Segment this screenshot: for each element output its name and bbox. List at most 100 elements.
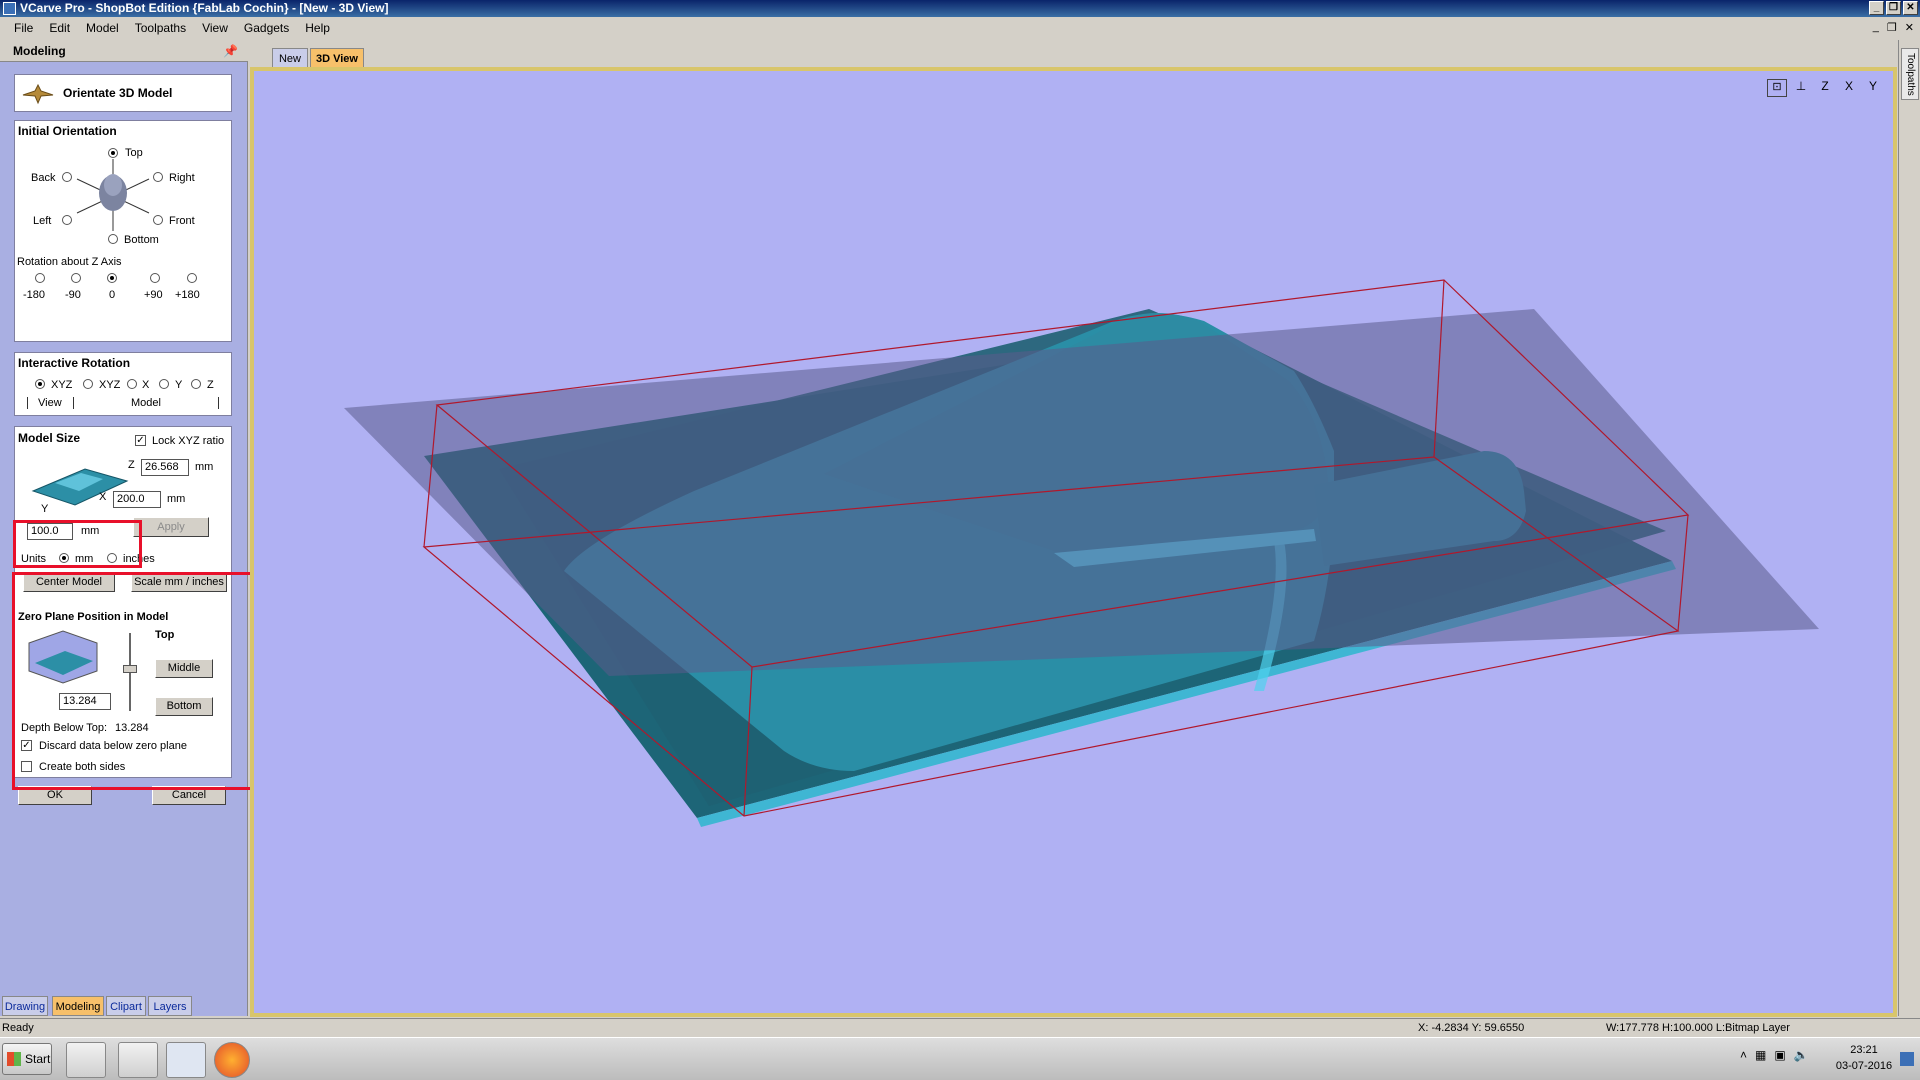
clock-time[interactable]: 23:21	[1834, 1044, 1894, 1056]
start-label: Start	[25, 1052, 51, 1066]
rot-model-xyz-radio[interactable]	[83, 379, 93, 389]
iso-view-icon[interactable]: ⊥	[1791, 79, 1811, 97]
windows-logo-icon	[7, 1052, 21, 1066]
file-explorer-icon[interactable]	[66, 1042, 106, 1078]
document-tabs: New 3D View	[252, 46, 1892, 68]
system-tray: ˄ ▦ ▣ 🔈	[1740, 1048, 1809, 1062]
right-sidebar: Toolpaths	[1898, 40, 1920, 1016]
x-size-label: X	[99, 491, 107, 503]
z-rot-plus180-radio[interactable]	[187, 273, 197, 283]
3d-view[interactable]: ⊡ ⊥ Z X Y	[254, 71, 1893, 1013]
clock-date[interactable]: 03-07-2016	[1834, 1060, 1894, 1072]
x-view-icon[interactable]: X	[1839, 79, 1859, 97]
panel-tabs: Drawing Modeling Clipart Layers	[0, 996, 248, 1016]
orient-back-label: Back	[31, 172, 56, 184]
x-unit-label: mm	[167, 493, 186, 505]
tray-up-arrow-icon[interactable]: ˄	[1740, 1048, 1747, 1062]
z-rot-0-radio[interactable]	[107, 273, 117, 283]
z-size-input[interactable]: 26.568	[141, 459, 189, 476]
orient-front-label: Front	[169, 215, 195, 227]
orient-left-label: Left	[33, 215, 52, 227]
app-cube-icon[interactable]	[118, 1042, 158, 1078]
x-size-input[interactable]: 200.0	[113, 491, 161, 508]
z-rot-plus90-label: +90	[144, 289, 163, 301]
mdi-minimize-button[interactable]: _	[1873, 21, 1879, 34]
menu-help[interactable]: Help	[297, 17, 338, 39]
tab-modeling[interactable]: Modeling	[52, 996, 104, 1016]
orient-right-radio[interactable]	[153, 172, 163, 182]
show-desktop-icon[interactable]	[1900, 1052, 1914, 1066]
tray-windows-icon[interactable]: ▦	[1755, 1048, 1766, 1062]
interactive-rotation-group: Interactive Rotation XYZ XYZ X Y Z View …	[14, 352, 232, 416]
z-rot-plus180-label: +180	[175, 289, 200, 301]
status-size: W:177.778 H:100.000 L:Bitmap Layer	[1606, 1022, 1790, 1034]
rot-view-xyz-radio[interactable]	[35, 379, 45, 389]
3d-scene	[344, 279, 1819, 827]
rot-view-xyz-label: XYZ	[51, 379, 73, 391]
y-view-icon[interactable]: Y	[1863, 79, 1883, 97]
rot-y-radio[interactable]	[159, 379, 169, 389]
view-icon-bar: ⊡ ⊥ Z X Y	[1767, 79, 1883, 97]
rot-y-label: Y	[175, 379, 183, 391]
status-bar: Ready X: -4.2834 Y: 59.6550 W:177.778 H:…	[0, 1018, 1920, 1037]
lock-ratio-checkbox[interactable]: ✓	[135, 435, 146, 446]
z-view-icon[interactable]: Z	[1815, 79, 1835, 97]
tab-3d-view[interactable]: 3D View	[310, 48, 364, 68]
highlight-center-model	[13, 520, 142, 568]
fit-view-icon[interactable]: ⊡	[1767, 79, 1787, 97]
rot-z-radio[interactable]	[191, 379, 201, 389]
taskbar: Start ˄ ▦ ▣ 🔈 23:21 03-07-2016	[0, 1037, 1920, 1080]
toolpaths-tab[interactable]: Toolpaths	[1901, 48, 1919, 100]
menu-bar: File Edit Model Toolpaths View Gadgets H…	[0, 17, 1920, 39]
rot-z-label: Z	[207, 379, 214, 391]
tab-clipart[interactable]: Clipart	[106, 996, 146, 1016]
z-rot-plus90-radio[interactable]	[150, 273, 160, 283]
menu-model[interactable]: Model	[78, 17, 127, 39]
bust-preview-icon	[76, 159, 150, 231]
start-button[interactable]: Start	[2, 1043, 52, 1075]
z-rot-minus90-radio[interactable]	[71, 273, 81, 283]
tab-layers[interactable]: Layers	[148, 996, 192, 1016]
tray-network-icon[interactable]: ▣	[1774, 1048, 1785, 1062]
rot-model-xyz-label: XYZ	[99, 379, 121, 391]
viewport-frame: ⊡ ⊥ Z X Y	[250, 67, 1897, 1017]
mdi-close-button[interactable]: ✕	[1905, 21, 1914, 34]
z-rot-minus180-radio[interactable]	[35, 273, 45, 283]
z-unit-label: mm	[195, 461, 214, 473]
title-bar: VCarve Pro - ShopBot Edition {FabLab Coc…	[0, 0, 1920, 17]
orient-back-radio[interactable]	[62, 172, 72, 182]
menu-edit[interactable]: Edit	[41, 17, 78, 39]
z-size-label: Z	[128, 459, 135, 471]
z-rotation-label: Rotation about Z Axis	[17, 256, 122, 268]
z-rot-minus90-label: -90	[65, 289, 81, 301]
mdi-restore-button[interactable]: ❐	[1887, 21, 1897, 34]
menu-file[interactable]: File	[6, 17, 41, 39]
app-icon	[3, 2, 16, 15]
form-header: Orientate 3D Model	[14, 74, 232, 112]
panel-title: Modeling	[13, 44, 66, 58]
rot-x-radio[interactable]	[127, 379, 137, 389]
vcarve-taskbar-icon[interactable]	[166, 1042, 206, 1078]
apply-button[interactable]: Apply	[133, 517, 209, 537]
lock-ratio-label: Lock XYZ ratio	[152, 435, 225, 447]
tab-new[interactable]: New	[272, 48, 308, 68]
tab-drawing[interactable]: Drawing	[2, 996, 48, 1016]
menu-toolpaths[interactable]: Toolpaths	[127, 17, 194, 39]
close-button[interactable]: ✕	[1903, 1, 1918, 15]
window-title: VCarve Pro - ShopBot Edition {FabLab Coc…	[20, 1, 389, 15]
orient-left-radio[interactable]	[62, 215, 72, 225]
orient-bottom-label: Bottom	[124, 234, 159, 246]
orient-bottom-radio[interactable]	[108, 234, 118, 244]
orient-front-radio[interactable]	[153, 215, 163, 225]
initial-orientation-group: Initial Orientation Top Back Right Left …	[14, 120, 232, 342]
menu-view[interactable]: View	[194, 17, 236, 39]
tray-volume-icon[interactable]: 🔈	[1794, 1048, 1809, 1062]
menu-gadgets[interactable]: Gadgets	[236, 17, 297, 39]
interactive-rotation-title: Interactive Rotation	[18, 356, 131, 370]
restore-button[interactable]: ❐	[1886, 1, 1901, 15]
firefox-icon[interactable]	[214, 1042, 250, 1078]
orient-right-label: Right	[169, 172, 195, 184]
pin-icon[interactable]: 📌	[223, 40, 238, 62]
form-title: Orientate 3D Model	[63, 86, 173, 100]
minimize-button[interactable]: _	[1869, 1, 1884, 15]
